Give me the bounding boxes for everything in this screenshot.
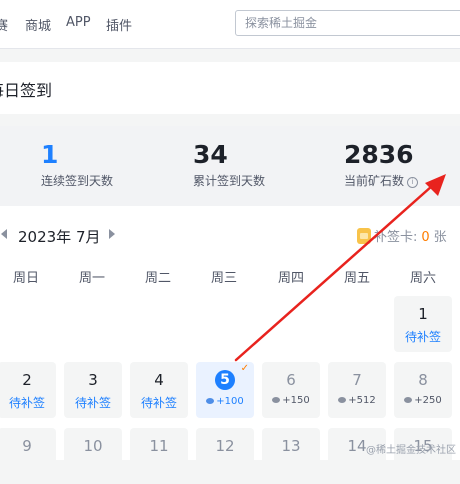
annotation-arrow bbox=[234, 174, 446, 362]
